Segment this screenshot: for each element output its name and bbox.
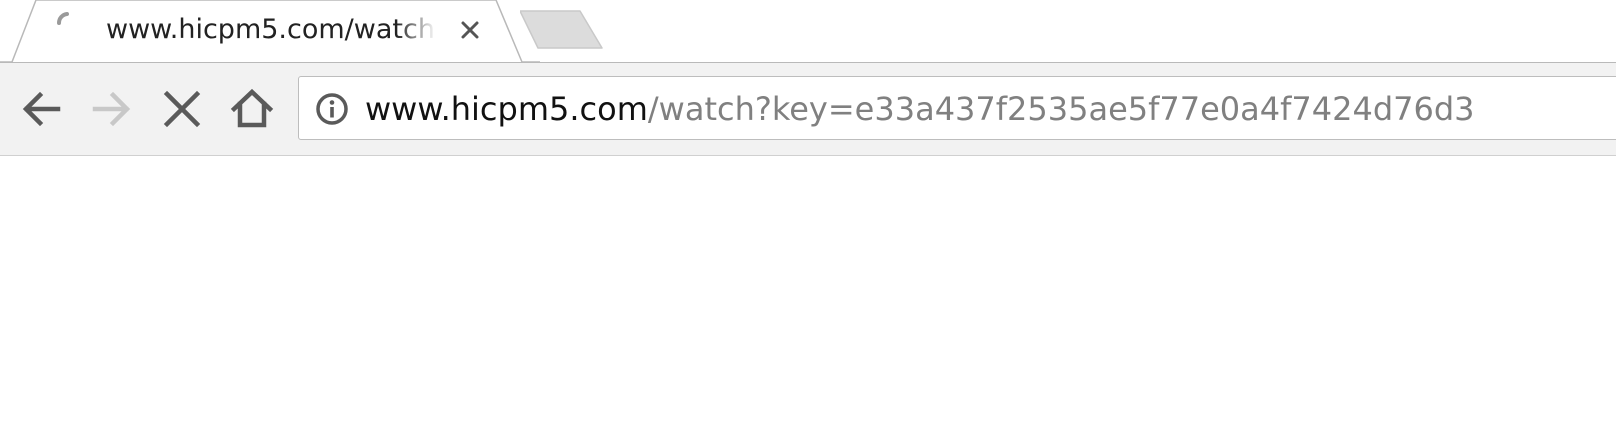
page-content (0, 156, 1616, 429)
tab-title: www.hicpm5.com/watch?key=e33a437f2535ae5… (106, 14, 436, 45)
url-path: /watch?key=e33a437f2535ae5f77e0a4f7424d7… (647, 90, 1475, 128)
home-icon[interactable] (228, 85, 276, 133)
info-icon[interactable] (315, 92, 349, 126)
stop-x-icon[interactable] (158, 85, 206, 133)
loading-spinner-icon (56, 12, 69, 25)
arrow-right-icon[interactable] (87, 85, 135, 133)
tab-strip: www.hicpm5.com/watch?key=e33a437f2535ae5… (0, 0, 1616, 63)
new-tab-button[interactable] (520, 10, 605, 50)
toolbar: www.hicpm5.com/watch?key=e33a437f2535ae5… (0, 63, 1616, 156)
address-bar[interactable]: www.hicpm5.com/watch?key=e33a437f2535ae5… (298, 76, 1616, 140)
url-text[interactable]: www.hicpm5.com/watch?key=e33a437f2535ae5… (365, 85, 1475, 133)
arrow-left-icon[interactable] (18, 85, 66, 133)
close-icon[interactable] (456, 16, 484, 44)
url-host: www.hicpm5.com (365, 90, 648, 128)
